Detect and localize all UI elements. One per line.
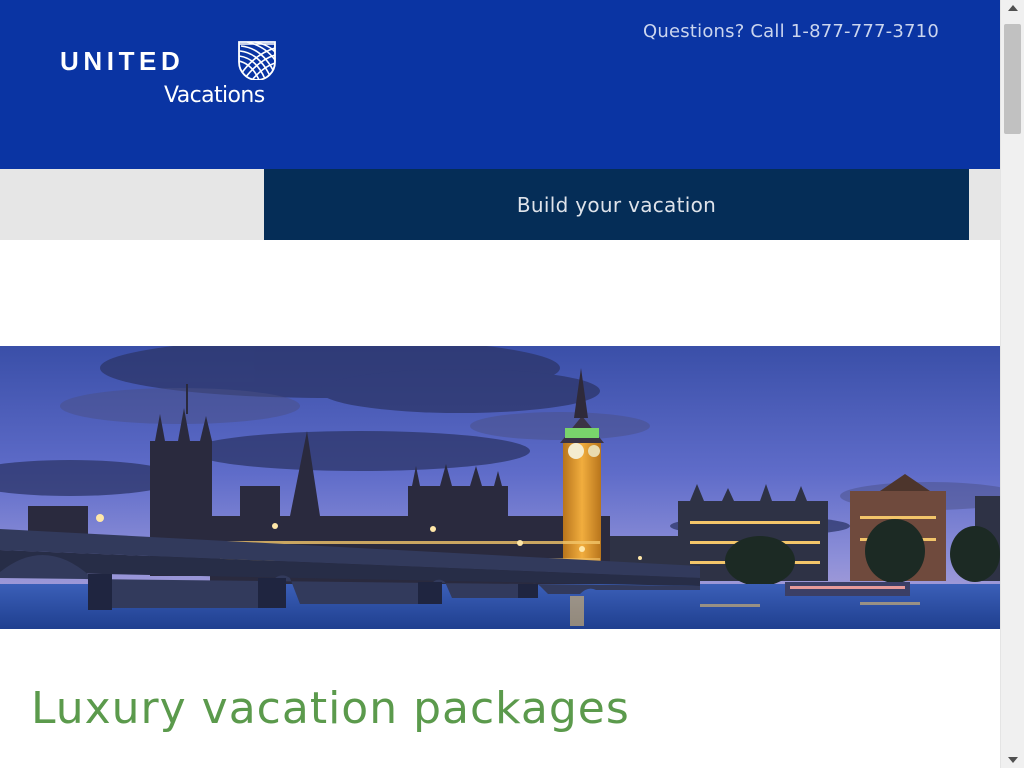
vertical-scrollbar[interactable] xyxy=(1000,0,1024,768)
scrollbar-thumb[interactable] xyxy=(1004,24,1021,134)
triangle-up-icon[interactable] xyxy=(1001,0,1024,16)
phone-contact[interactable]: Questions? Call 1-877-777-3710 xyxy=(643,21,939,43)
page: UNITED Vacations Questions? Call 1-877-7… xyxy=(0,0,1000,768)
page-heading: Luxury vacation packages xyxy=(31,683,630,734)
build-vacation-button[interactable]: Build your vacation xyxy=(264,169,969,240)
triangle-down-icon[interactable] xyxy=(1001,752,1024,768)
hero-image-london-skyline xyxy=(0,346,1000,629)
united-vacations-logo[interactable]: UNITED Vacations xyxy=(60,40,285,112)
site-header: UNITED Vacations Questions? Call 1-877-7… xyxy=(0,0,1000,169)
logo-wordmark: UNITED xyxy=(60,46,185,76)
united-globe-icon xyxy=(238,41,276,80)
logo-subtitle: Vacations xyxy=(164,83,265,108)
nav-bar: Build your vacation xyxy=(0,169,1000,240)
